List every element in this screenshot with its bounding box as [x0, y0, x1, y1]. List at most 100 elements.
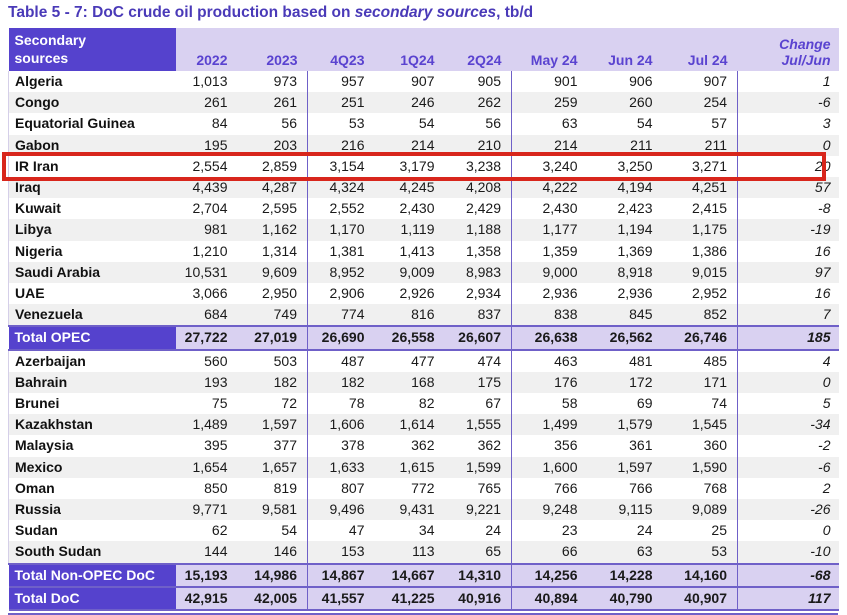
country-row-azerbaijan: Azerbaijan5605034874774744634814854 [9, 350, 839, 372]
table-body: Algeria1,0139739579079059019069071Congo2… [9, 71, 839, 610]
value-cell: 62 [176, 520, 238, 541]
value-cell: 153 [308, 541, 375, 563]
value-cell: 774 [308, 304, 375, 326]
table-title-suffix: , tb/d [496, 4, 533, 21]
value-cell: 172 [588, 372, 663, 393]
value-cell: 26,558 [375, 326, 445, 349]
value-cell: 2,926 [375, 283, 445, 304]
value-cell: 9,015 [663, 262, 738, 283]
value-cell: 477 [375, 350, 445, 372]
value-cell: 837 [445, 304, 512, 326]
value-cell: 75 [176, 393, 238, 414]
value-cell: 360 [663, 435, 738, 456]
value-cell: 3,250 [588, 156, 663, 177]
corner-header-line1: Secondary [15, 31, 176, 49]
value-cell: 3,154 [308, 156, 375, 177]
value-cell: 26,607 [445, 326, 512, 349]
value-cell: 14,310 [445, 564, 512, 587]
row-label: Total Non-OPEC DoC [9, 564, 176, 587]
value-cell: 1,633 [308, 457, 375, 478]
row-label: IR Iran [9, 156, 176, 177]
row-label: Malaysia [9, 435, 176, 456]
value-cell: 216 [308, 135, 375, 156]
value-cell: 65 [445, 541, 512, 563]
value-cell: 2,859 [238, 156, 308, 177]
row-label: Equatorial Guinea [9, 113, 176, 134]
value-cell: 14,667 [375, 564, 445, 587]
value-cell: 9,431 [375, 499, 445, 520]
value-cell: 1,597 [588, 457, 663, 478]
value-cell: 481 [588, 350, 663, 372]
row-label: Sudan [9, 520, 176, 541]
country-row-saudi-arabia: Saudi Arabia10,5319,6098,9529,0098,9839,… [9, 262, 839, 283]
change-cell: -10 [738, 541, 839, 563]
column-header-jul24: Jul 24 [663, 28, 738, 71]
table-title-prefix: Table 5 - 7: DoC crude oil production ba… [8, 4, 355, 21]
change-cell: -8 [738, 198, 839, 219]
value-cell: 9,115 [588, 499, 663, 520]
country-row-venezuela: Venezuela6847497748168378388458527 [9, 304, 839, 326]
value-cell: 210 [445, 135, 512, 156]
value-cell: 905 [445, 71, 512, 92]
value-cell: 14,228 [588, 564, 663, 587]
change-cell: 0 [738, 135, 839, 156]
value-cell: 981 [176, 219, 238, 240]
value-cell: 72 [238, 393, 308, 414]
value-cell: 9,496 [308, 499, 375, 520]
row-label: Kuwait [9, 198, 176, 219]
value-cell: 1,188 [445, 219, 512, 240]
value-cell: 41,225 [375, 587, 445, 610]
value-cell: 211 [588, 135, 663, 156]
country-row-nigeria: Nigeria1,2101,3141,3811,4131,3581,3591,3… [9, 241, 839, 262]
value-cell: 1,381 [308, 241, 375, 262]
value-cell: 1,657 [238, 457, 308, 478]
value-cell: 487 [308, 350, 375, 372]
row-label: Brunei [9, 393, 176, 414]
value-cell: 3,066 [176, 283, 238, 304]
value-cell: 4,439 [176, 177, 238, 198]
value-cell: 58 [512, 393, 588, 414]
value-cell: 361 [588, 435, 663, 456]
value-cell: 4,287 [238, 177, 308, 198]
change-cell: -68 [738, 564, 839, 587]
value-cell: 113 [375, 541, 445, 563]
change-cell: 185 [738, 326, 839, 349]
value-cell: 195 [176, 135, 238, 156]
corner-header-line2: sources [15, 49, 176, 67]
value-cell: 2,934 [445, 283, 512, 304]
value-cell: 26,638 [512, 326, 588, 349]
row-label: Saudi Arabia [9, 262, 176, 283]
change-header-line2: Jul/Jun [738, 52, 831, 68]
value-cell: 24 [588, 520, 663, 541]
change-cell: 7 [738, 304, 839, 326]
row-label: Total OPEC [9, 326, 176, 349]
value-cell: 14,867 [308, 564, 375, 587]
value-cell: 1,170 [308, 219, 375, 240]
value-cell: 1,600 [512, 457, 588, 478]
country-row-kazakhstan: Kazakhstan1,4891,5971,6061,6141,5551,499… [9, 414, 839, 435]
row-label: Azerbaijan [9, 350, 176, 372]
value-cell: 47 [308, 520, 375, 541]
value-cell: 907 [375, 71, 445, 92]
column-header-may24: May 24 [512, 28, 588, 71]
change-cell: 3 [738, 113, 839, 134]
value-cell: 251 [308, 92, 375, 113]
row-label: Iraq [9, 177, 176, 198]
value-cell: 9,009 [375, 262, 445, 283]
value-cell: 766 [588, 478, 663, 499]
value-cell: 503 [238, 350, 308, 372]
column-header-4q23: 4Q23 [308, 28, 375, 71]
change-cell: -19 [738, 219, 839, 240]
column-header-change: Change Jul/Jun [738, 28, 839, 71]
value-cell: 14,256 [512, 564, 588, 587]
value-cell: 40,894 [512, 587, 588, 610]
value-cell: 26,690 [308, 326, 375, 349]
change-cell: 57 [738, 177, 839, 198]
value-cell: 1,177 [512, 219, 588, 240]
value-cell: 1,579 [588, 414, 663, 435]
change-cell: 0 [738, 372, 839, 393]
value-cell: 54 [238, 520, 308, 541]
value-cell: 1,369 [588, 241, 663, 262]
value-cell: 3,238 [445, 156, 512, 177]
value-cell: 1,162 [238, 219, 308, 240]
